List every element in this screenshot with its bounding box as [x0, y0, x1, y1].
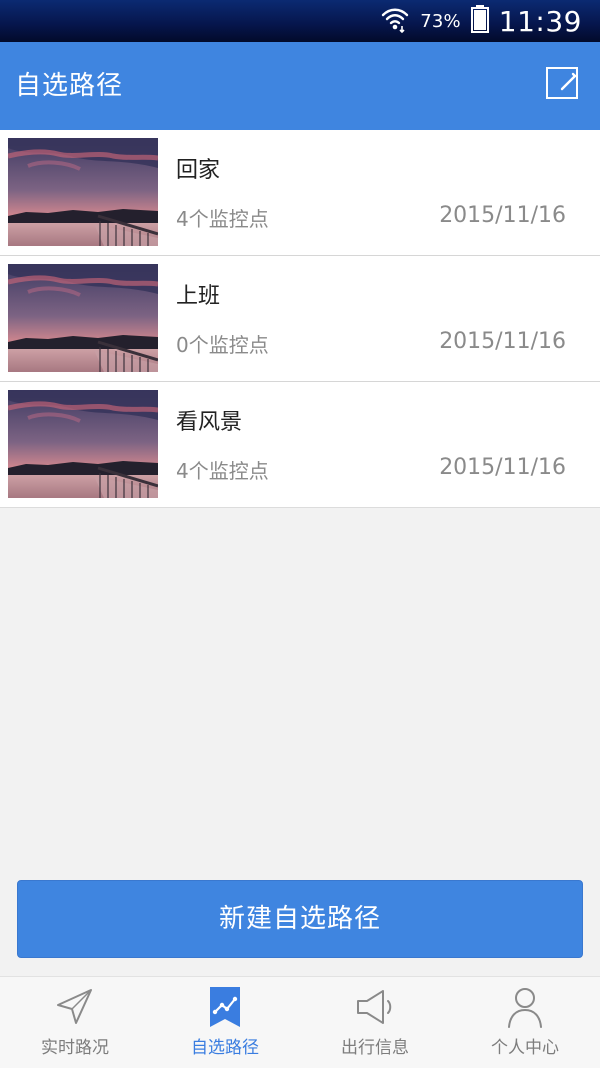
tab-label: 实时路况: [41, 1038, 109, 1058]
bottom-nav: 实时路况 自选路径 出行信息 个人中心: [0, 976, 600, 1068]
tab-label: 自选路径: [191, 1038, 259, 1058]
route-date: 2015/11/16: [439, 203, 566, 228]
tab-profile[interactable]: 个人中心: [450, 977, 600, 1068]
tab-label: 个人中心: [491, 1038, 559, 1058]
edit-button[interactable]: [542, 65, 582, 105]
route-item[interactable]: 回家 4个监控点 2015/11/16: [0, 130, 600, 256]
page-title: 自选路径: [15, 71, 124, 101]
route-thumbnail: [8, 138, 158, 246]
app-bar: 自选路径: [0, 42, 600, 130]
edit-icon: [544, 65, 580, 105]
speaker-icon: [353, 985, 397, 1029]
monitor-count: 4个监控点: [176, 459, 269, 483]
route-list: 回家 4个监控点 2015/11/16 上班 0个监控点 2015/11/16 …: [0, 130, 600, 508]
tab-label: 出行信息: [341, 1038, 409, 1058]
status-bar: 73% 11:39: [0, 0, 600, 42]
route-bookmark-icon: [203, 985, 247, 1029]
route-name: 回家: [176, 158, 221, 183]
route-date: 2015/11/16: [439, 329, 566, 354]
tab-travel-info[interactable]: 出行信息: [300, 977, 450, 1068]
battery-icon: [470, 5, 489, 37]
tab-custom-routes[interactable]: 自选路径: [150, 977, 300, 1068]
monitor-count: 4个监控点: [176, 207, 269, 231]
battery-percent: 73%: [420, 10, 461, 32]
status-right: 73% 11:39: [380, 4, 582, 38]
route-date: 2015/11/16: [439, 455, 566, 480]
route-item[interactable]: 看风景 4个监控点 2015/11/16: [0, 382, 600, 507]
route-name: 上班: [176, 284, 221, 309]
navigation-arrow-icon: [53, 985, 97, 1029]
route-name: 看风景: [176, 410, 243, 435]
new-route-button[interactable]: 新建自选路径: [17, 880, 583, 958]
user-icon: [503, 985, 547, 1029]
status-time: 11:39: [498, 4, 582, 38]
route-thumbnail: [8, 390, 158, 498]
tab-realtime-traffic[interactable]: 实时路况: [0, 977, 150, 1068]
monitor-count: 0个监控点: [176, 333, 269, 357]
route-item[interactable]: 上班 0个监控点 2015/11/16: [0, 256, 600, 382]
route-thumbnail: [8, 264, 158, 372]
wifi-icon: [380, 4, 410, 38]
